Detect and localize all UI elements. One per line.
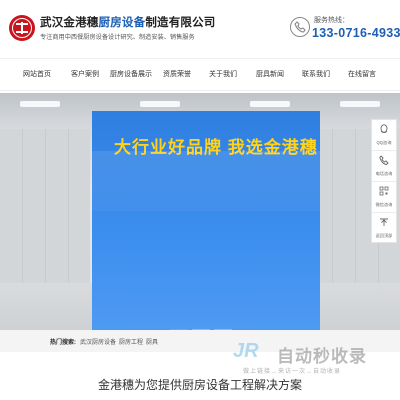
hot-search-links: 武汉厨房设备 厨房工程 厨具 [80,337,161,346]
slider-pagination [170,319,236,330]
float-label-phone: 电话咨询 [375,171,393,176]
arrow-up-icon [380,218,388,226]
wechat-icon [379,186,389,196]
nav-item-equipment[interactable]: 厨房设备展示 [110,69,152,79]
nav-item-contact[interactable]: 联系我们 [302,69,330,79]
float-item-wechat[interactable]: 微信咨询 [372,182,396,213]
float-label-qq: QQ咨询 [376,140,392,145]
qq-icon [380,124,388,133]
company-name[interactable]: 武汉金港穗厨房设备制造有限公司 [40,14,216,30]
phone-icon [379,155,389,165]
nav-item-news[interactable]: 厨具新闻 [256,69,284,79]
hot-search-link[interactable]: 武汉厨房设备 [80,340,116,346]
nav-item-home[interactable]: 网站首页 [23,69,51,79]
watermark: JR 自动秒收录 做上链接→来访一次→自动收录 [233,340,393,375]
main-nav: 网站首页 客户案例 厨房设备展示 资质荣誉 关于我们 厨具新闻 联系我们 在线留… [0,58,400,91]
floating-contact-bar: QQ咨询 电话咨询 微信咨询 返回顶部 [371,119,397,243]
float-item-qq[interactable]: QQ咨询 [372,120,396,151]
hot-search-label: 热门搜索: [50,340,76,346]
float-item-top[interactable]: 返回顶部 [372,213,396,244]
hot-search-link[interactable]: 厨房工程 [119,340,143,346]
company-subtitle: 专注商用中西餐厨房设备设计研究、制造安装、销售服务 [40,34,195,41]
nav-item-cases[interactable]: 客户案例 [71,69,99,79]
phone-icon [290,17,310,37]
banner-counter-shape [92,151,320,211]
company-logo-icon[interactable] [9,15,35,41]
nav-item-message[interactable]: 在线留言 [348,69,376,79]
watermark-brand: 自动秒收录 [277,347,367,366]
watermark-logo: JR [233,340,259,362]
banner-slider[interactable]: 大行业好品牌 我选金港穗 [0,93,400,330]
banner-blue-panel: 大行业好品牌 我选金港穗 [92,111,320,330]
float-label-wechat: 微信咨询 [375,202,393,207]
nav-item-honors[interactable]: 资质荣誉 [163,69,191,79]
hotline-number[interactable]: 133-0716-4933 [312,26,400,40]
watermark-slogan: 做上链接→来访一次→自动收录 [243,369,342,375]
float-item-phone[interactable]: 电话咨询 [372,151,396,182]
hot-search-link[interactable]: 厨具 [146,340,158,346]
float-label-top: 返回顶部 [375,233,393,238]
hotline-label: 服务热线： [314,17,349,24]
nav-item-about[interactable]: 关于我们 [209,69,237,79]
site-header: 武汉金港穗厨房设备制造有限公司 专注商用中西餐厨房设备设计研究、制造安装、销售服… [0,0,400,58]
section-title: 金港穗为您提供厨房设备工程解决方案 [97,378,302,392]
